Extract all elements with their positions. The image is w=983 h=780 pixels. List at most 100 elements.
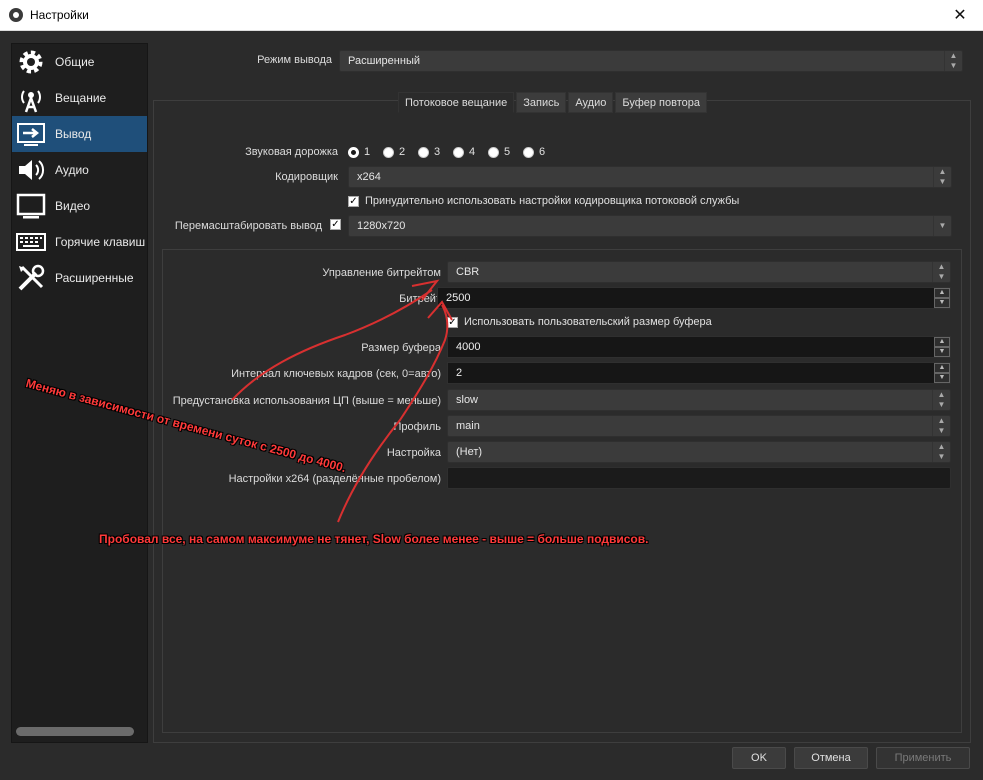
apply-button[interactable]: Применить [876, 747, 970, 769]
checkmark-icon: ✓ [330, 219, 341, 230]
settings-window: Общие Вещание Вывод Аудио Видео Горячие … [0, 31, 983, 780]
enforce-service-settings-label: Принудительно использовать настройки код… [365, 195, 740, 207]
x264-options-label: Настройки x264 (разделённые пробелом) [228, 473, 441, 485]
chevron-down-icon[interactable]: ▼ [934, 298, 950, 308]
profile-value: main [456, 420, 480, 432]
checkmark-icon: ✓ [348, 195, 359, 207]
encoder-label: Кодировщик [275, 171, 338, 183]
tune-value: (Нет) [456, 446, 483, 458]
encoder-value: x264 [357, 171, 381, 183]
chevron-down-icon[interactable]: ▼ [934, 347, 950, 357]
rate-control-label: Управление битрейтом [322, 267, 441, 279]
tab-audio[interactable]: Аудио [568, 92, 614, 113]
output-tabs: Потоковое вещание Запись Аудио Буфер пов… [398, 92, 709, 113]
audio-track-radio[interactable]: 6 [523, 146, 545, 158]
audio-track-radio[interactable]: 3 [418, 146, 440, 158]
audio-track-number: 6 [539, 146, 546, 158]
buffer-size-input[interactable]: 4000 ▲ ▼ [447, 336, 951, 358]
custom-buffer-label: Использовать пользовательский размер буф… [464, 316, 712, 328]
ok-button[interactable]: OK [732, 747, 786, 769]
audio-track-radios: 1 2 3 4 5 6 [348, 146, 608, 160]
audio-track-radio[interactable]: 2 [383, 146, 405, 158]
output-mode-label: Режим вывода [257, 54, 332, 66]
sidebar-item-hotkeys[interactable]: Горячие клавиши [12, 224, 147, 260]
keyboard-icon [14, 225, 48, 259]
sidebar-item-label: Расширенные [55, 271, 134, 285]
broadcast-icon [14, 81, 48, 115]
window-title: Настройки [30, 8, 89, 22]
sidebar-item-audio[interactable]: Аудио [12, 152, 147, 188]
spinner-icon: ▲ ▼ [932, 416, 950, 436]
rescale-value: 1280x720 [357, 220, 406, 232]
chevron-up-icon[interactable]: ▲ [934, 337, 950, 347]
tune-select[interactable]: (Нет) ▲ ▼ [447, 441, 951, 463]
annotation-note-preset: Пробовал все, на самом максимуме не тяне… [99, 532, 649, 546]
audio-track-number: 5 [504, 146, 511, 158]
obs-logo-icon [9, 8, 23, 22]
enforce-service-settings-checkbox[interactable]: ✓ Принудительно использовать настройки к… [348, 195, 739, 207]
spinner-icon: ▲ ▼ [932, 262, 950, 282]
output-icon [14, 117, 48, 151]
spinner-icon: ▲ ▼ [932, 442, 950, 462]
chevron-up-icon[interactable]: ▲ [934, 363, 950, 373]
sidebar-scrollbar[interactable] [16, 727, 134, 736]
keyframe-interval-label: Интервал ключевых кадров (сек, 0=авто) [231, 368, 441, 380]
tools-icon [14, 261, 48, 295]
bitrate-stepper: ▲ ▼ [934, 288, 950, 308]
sidebar-item-label: Видео [55, 199, 91, 213]
encoder-settings-group: Управление битрейтом CBR ▲ ▼ Битрейт 2500… [162, 249, 962, 733]
rescale-label: Перемасштабировать вывод [174, 220, 322, 232]
cpu-preset-label: Предустановка использования ЦП (выше = м… [172, 395, 441, 407]
tune-label: Настройка [386, 447, 441, 459]
tab-recording[interactable]: Запись [516, 92, 567, 113]
sidebar-item-label: Аудио [55, 163, 89, 177]
cpu-preset-value: slow [456, 394, 479, 406]
output-mode-row: Режим вывода Расширенный ▲ ▼ [155, 48, 970, 82]
custom-buffer-checkbox[interactable]: ✓ Использовать пользовательский размер б… [447, 316, 712, 328]
audio-track-radio[interactable]: 1 [348, 146, 370, 158]
keyint-stepper: ▲ ▼ [934, 363, 950, 383]
cpu-preset-select[interactable]: slow ▲ ▼ [447, 389, 951, 411]
bitrate-label: Битрейт [399, 293, 441, 305]
rescale-checkbox[interactable]: ✓ [330, 219, 341, 230]
settings-content: Режим вывода Расширенный ▲ ▼ Потоковое ве… [153, 43, 972, 743]
speaker-icon [14, 153, 48, 187]
bitrate-input[interactable]: 2500 ▲ ▼ [437, 287, 951, 309]
title-bar: Настройки ✕ [0, 0, 983, 31]
audio-track-number: 4 [469, 146, 476, 158]
output-mode-value: Расширенный [348, 55, 420, 67]
audio-track-number: 1 [364, 146, 371, 158]
rate-control-select[interactable]: CBR ▲ ▼ [447, 261, 951, 283]
sidebar-item-label: Вывод [55, 127, 92, 141]
sidebar-item-general[interactable]: Общие [12, 44, 147, 80]
close-button[interactable]: ✕ [937, 0, 983, 31]
sidebar-item-stream[interactable]: Вещание [12, 80, 147, 116]
checkmark-icon: ✓ [447, 316, 458, 328]
bitrate-value: 2500 [446, 292, 471, 304]
sidebar-item-label: Горячие клавиши [55, 235, 145, 249]
audio-track-label: Звуковая дорожка [245, 146, 338, 158]
gear-icon [14, 45, 48, 79]
keyframe-interval-value: 2 [456, 367, 463, 379]
rescale-resolution-select[interactable]: 1280x720 ▼ [348, 215, 952, 237]
sidebar-item-video[interactable]: Видео [12, 188, 147, 224]
sidebar-item-label: Общие [55, 55, 95, 69]
chevron-down-icon[interactable]: ▼ [934, 373, 950, 383]
spinner-icon: ▲ ▼ [933, 167, 951, 187]
tab-streaming[interactable]: Потоковое вещание [398, 92, 515, 113]
monitor-icon [14, 189, 48, 223]
cancel-button[interactable]: Отмена [794, 747, 868, 769]
profile-label: Профиль [393, 421, 442, 433]
output-mode-select[interactable]: Расширенный ▲ ▼ [339, 50, 963, 72]
profile-select[interactable]: main ▲ ▼ [447, 415, 951, 437]
tab-replay-buffer[interactable]: Буфер повтора [615, 92, 707, 113]
audio-track-radio[interactable]: 5 [488, 146, 510, 158]
audio-track-radio[interactable]: 4 [453, 146, 475, 158]
chevron-up-icon[interactable]: ▲ [934, 288, 950, 298]
sidebar-item-output[interactable]: Вывод [12, 116, 147, 152]
keyframe-interval-input[interactable]: 2 ▲ ▼ [447, 362, 951, 384]
encoder-select[interactable]: x264 ▲ ▼ [348, 166, 952, 188]
sidebar-item-advanced[interactable]: Расширенные [12, 260, 147, 296]
buffer-size-value: 4000 [456, 341, 481, 353]
x264-options-input[interactable] [447, 467, 951, 489]
